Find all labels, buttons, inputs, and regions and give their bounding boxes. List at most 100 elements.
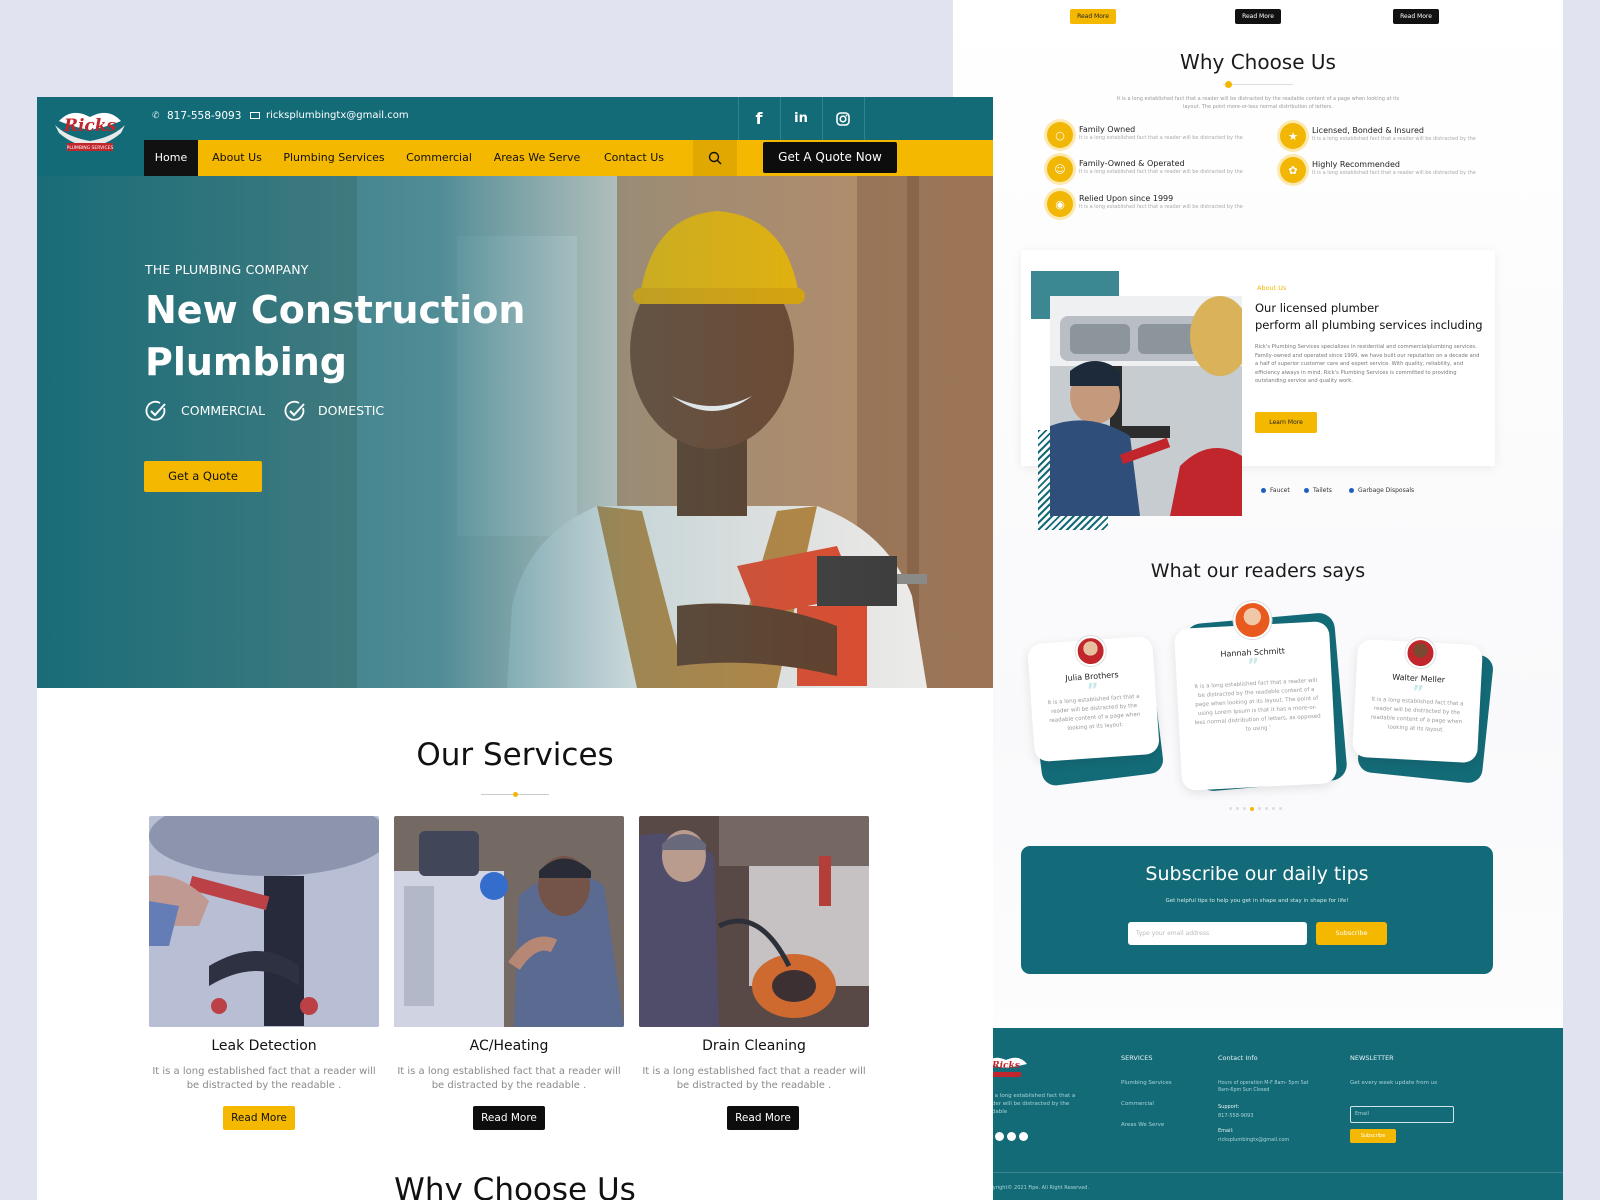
bike-icon: ◉: [1047, 191, 1073, 217]
phone-icon: ✆: [152, 111, 160, 121]
divider: [1223, 84, 1293, 85]
footer-about: It is a long established fact that a rea…: [983, 1093, 1076, 1115]
feature-desc: It is a long established fact that a rea…: [1079, 204, 1243, 210]
linkedin-icon[interactable]: in: [780, 97, 822, 140]
feature-desc: It is a long established fact that a rea…: [1312, 136, 1476, 142]
people-icon: ☺: [1047, 156, 1073, 182]
search-icon[interactable]: [693, 140, 737, 176]
linkedin-icon[interactable]: [1007, 1132, 1016, 1141]
check-icon: [283, 399, 307, 423]
footer: Ricks It is a long established fact that…: [953, 1028, 1563, 1200]
get-quote-now-button[interactable]: Get A Quote Now: [763, 142, 897, 173]
read-more-button[interactable]: Read More: [223, 1106, 295, 1130]
email-address[interactable]: ricksplumbingtx@gmail.com: [266, 110, 409, 121]
feature-title: Family Owned: [1079, 125, 1136, 134]
hero-kicker: THE PLUMBING COMPANY: [145, 262, 309, 277]
feature-title: Licensed, Bonded & Insured: [1312, 126, 1424, 135]
about-heading-line1: Our licensed plumber: [1255, 301, 1379, 315]
about-kicker: About Us: [1257, 284, 1287, 292]
services-title: Our Services: [416, 737, 614, 773]
subscribe-email-input[interactable]: Type your email address: [1128, 922, 1307, 945]
footer-link[interactable]: Commercial: [1121, 1101, 1154, 1107]
swimmer-icon: ○: [1047, 122, 1073, 148]
svg-text:Ricks: Ricks: [63, 116, 117, 136]
about-body: Rick's Plumbing Services specializes in …: [1255, 344, 1480, 384]
subscribe-button[interactable]: Subscribe: [1316, 922, 1387, 945]
main-page-panel: ✆ 817-558-9093 ricksplumbingtx@gmail.com…: [37, 97, 993, 1200]
service-desc: It is a long established fact that a rea…: [152, 1066, 376, 1091]
tag-garbage-disposals: Garbage Disposals: [1358, 487, 1415, 494]
feature-item: ★ Licensed, Bonded & Insured It is a lon…: [1280, 123, 1510, 153]
feature-desc: It is a long established fact that a rea…: [1312, 170, 1476, 176]
learn-more-button[interactable]: Learn More: [1255, 412, 1317, 433]
footer-hours: Hours of operation M-F 8am- 5pm Sat 8am-…: [1218, 1081, 1309, 1093]
testimonial-text: It is a long established fact that a rea…: [1370, 696, 1464, 734]
read-more-button[interactable]: Read More: [1235, 9, 1281, 24]
subscribe-subtitle: Get helpful tips to help you get in shap…: [1165, 898, 1349, 904]
twitter-icon[interactable]: [995, 1132, 1004, 1141]
feature-desc: It is a long established fact that a rea…: [1079, 135, 1243, 141]
testimonial-card: Walter Meller ” It is a long established…: [1351, 637, 1484, 764]
service-title: Leak Detection: [211, 1038, 317, 1054]
footer-support-phone: 817-558-9093: [1218, 1113, 1254, 1119]
nav-home[interactable]: Home: [144, 140, 198, 176]
service-title: AC/Heating: [469, 1038, 549, 1054]
phone-number[interactable]: 817-558-9093: [167, 110, 241, 122]
testimonial-card-featured: Hannah Schmitt ” It is a long establishe…: [1173, 600, 1338, 791]
nav-about-us[interactable]: About Us: [205, 140, 269, 176]
feature-title: Family-Owned & Operated: [1079, 159, 1185, 168]
read-more-button[interactable]: Read More: [1070, 9, 1116, 24]
footer-newsletter-text: Get every week update from us: [1350, 1080, 1438, 1086]
footer-subscribe-button[interactable]: Subscribe: [1350, 1129, 1396, 1143]
footer-services-title: SERVICES: [1121, 1054, 1153, 1062]
facebook-icon[interactable]: f: [738, 97, 780, 140]
subscribe-title: Subscribe our daily tips: [1145, 863, 1369, 885]
footer-email-input[interactable]: Email: [1350, 1106, 1454, 1123]
check-icon: [144, 399, 168, 423]
avatar: [1232, 600, 1273, 641]
bullet-icon: [1349, 488, 1354, 493]
plumber-sink-photo: [1050, 296, 1242, 516]
subscribe-box: Subscribe our daily tips Get helpful tip…: [1021, 846, 1493, 974]
read-more-button[interactable]: Read More: [727, 1106, 799, 1130]
why-choose-title: Why Choose Us: [394, 1172, 636, 1200]
tag-faucet: Faucet: [1270, 487, 1290, 494]
hero-section: THE PLUMBING COMPANY New Construction Pl…: [37, 176, 993, 688]
feature-title: Relied Upon since 1999: [1079, 194, 1174, 203]
footer-newsletter-title: NEWSLETTER: [1350, 1054, 1394, 1062]
logo-block[interactable]: Ricks PLUMBING SERVICES: [37, 97, 144, 185]
mail-icon: [250, 112, 260, 119]
hero-title-line1: New Construction: [145, 288, 526, 332]
read-more-button[interactable]: Read More: [473, 1106, 545, 1130]
footer-divider: [953, 1172, 1563, 1173]
hero-title-line2: Plumbing: [145, 340, 348, 384]
read-more-button[interactable]: Read More: [1393, 9, 1439, 24]
footer-contact-title: Contact Info: [1218, 1054, 1258, 1062]
commercial-label: COMMERCIAL: [181, 403, 266, 418]
bullet-icon: [1304, 488, 1309, 493]
footer-link[interactable]: Areas We Serve: [1121, 1122, 1164, 1128]
carousel-dots[interactable]: [1229, 807, 1282, 811]
feature-title: Highly Recommended: [1312, 160, 1400, 169]
footer-link[interactable]: Plumbing Services: [1121, 1080, 1172, 1086]
nav-commercial[interactable]: Commercial: [399, 140, 479, 176]
avatar: [1404, 637, 1437, 669]
instagram-icon[interactable]: [822, 97, 864, 140]
svg-text:Ricks: Ricks: [991, 1061, 1020, 1071]
nav-contact-us[interactable]: Contact Us: [594, 140, 674, 176]
nav-plumbing-services[interactable]: Plumbing Services: [280, 140, 388, 176]
instagram-icon[interactable]: [1019, 1132, 1028, 1141]
testimonial-text: It is a long established fact that a rea…: [1047, 693, 1141, 732]
hero-photo: [37, 176, 993, 688]
divider: [864, 97, 865, 140]
avatar: [1074, 635, 1107, 668]
secondary-page-panel: Read More Read More Read More Why Choose…: [953, 0, 1563, 1200]
divider-dot: [513, 792, 518, 797]
get-a-quote-button[interactable]: Get a Quote: [144, 461, 262, 492]
testimonial-card: Julia Brothers ” It is a long establishe…: [1027, 635, 1160, 763]
nav-areas-we-serve[interactable]: Areas We Serve: [488, 140, 586, 176]
why-choose-title: Why Choose Us: [1180, 50, 1336, 74]
testimonials-title: What our readers says: [1150, 560, 1366, 582]
footer-support-label: Support:: [1218, 1104, 1240, 1110]
testimonial-text: It is a long established fact that a rea…: [1194, 677, 1321, 733]
